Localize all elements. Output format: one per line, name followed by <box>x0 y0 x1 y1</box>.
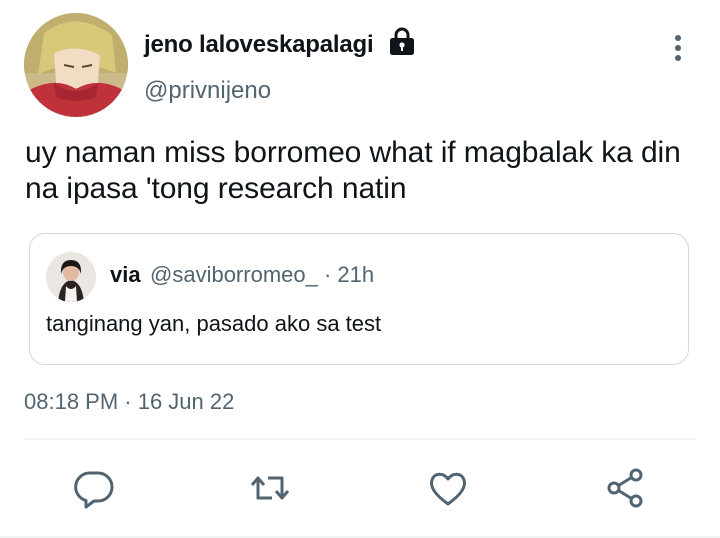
tweet-text: uy naman miss borromeo what if magbalak … <box>25 136 681 205</box>
more-vertical-icon[interactable] <box>666 32 690 64</box>
heart-icon <box>430 472 466 506</box>
tweet-detail: jeno laloveskapalagi @privnijeno uy nama… <box>0 0 720 538</box>
divider <box>24 438 696 440</box>
like-button[interactable] <box>426 466 470 510</box>
reply-icon <box>74 471 114 509</box>
quoted-author-avatar[interactable] <box>46 252 96 302</box>
retweet-button[interactable] <box>248 466 292 510</box>
quoted-author-name[interactable]: via <box>110 262 141 288</box>
retweet-icon <box>250 476 290 500</box>
tweet-timestamp[interactable]: 08:18 PM · 16 Jun 22 <box>24 388 234 416</box>
share-icon <box>607 468 643 508</box>
author-avatar[interactable] <box>24 13 128 117</box>
quoted-author-handle: @saviborromeo_ · 21h <box>150 262 375 287</box>
lock-icon <box>386 25 418 57</box>
author-handle[interactable]: @privnijeno <box>144 76 271 106</box>
quoted-tweet-card[interactable]: via @saviborromeo_ · 21h tanginang yan, … <box>29 233 689 365</box>
quoted-tweet-text: tanginang yan, pasado ako sa test <box>46 311 382 336</box>
reply-button[interactable] <box>72 466 116 510</box>
share-button[interactable] <box>604 466 648 510</box>
author-display-name[interactable]: jeno laloveskapalagi <box>144 30 374 60</box>
